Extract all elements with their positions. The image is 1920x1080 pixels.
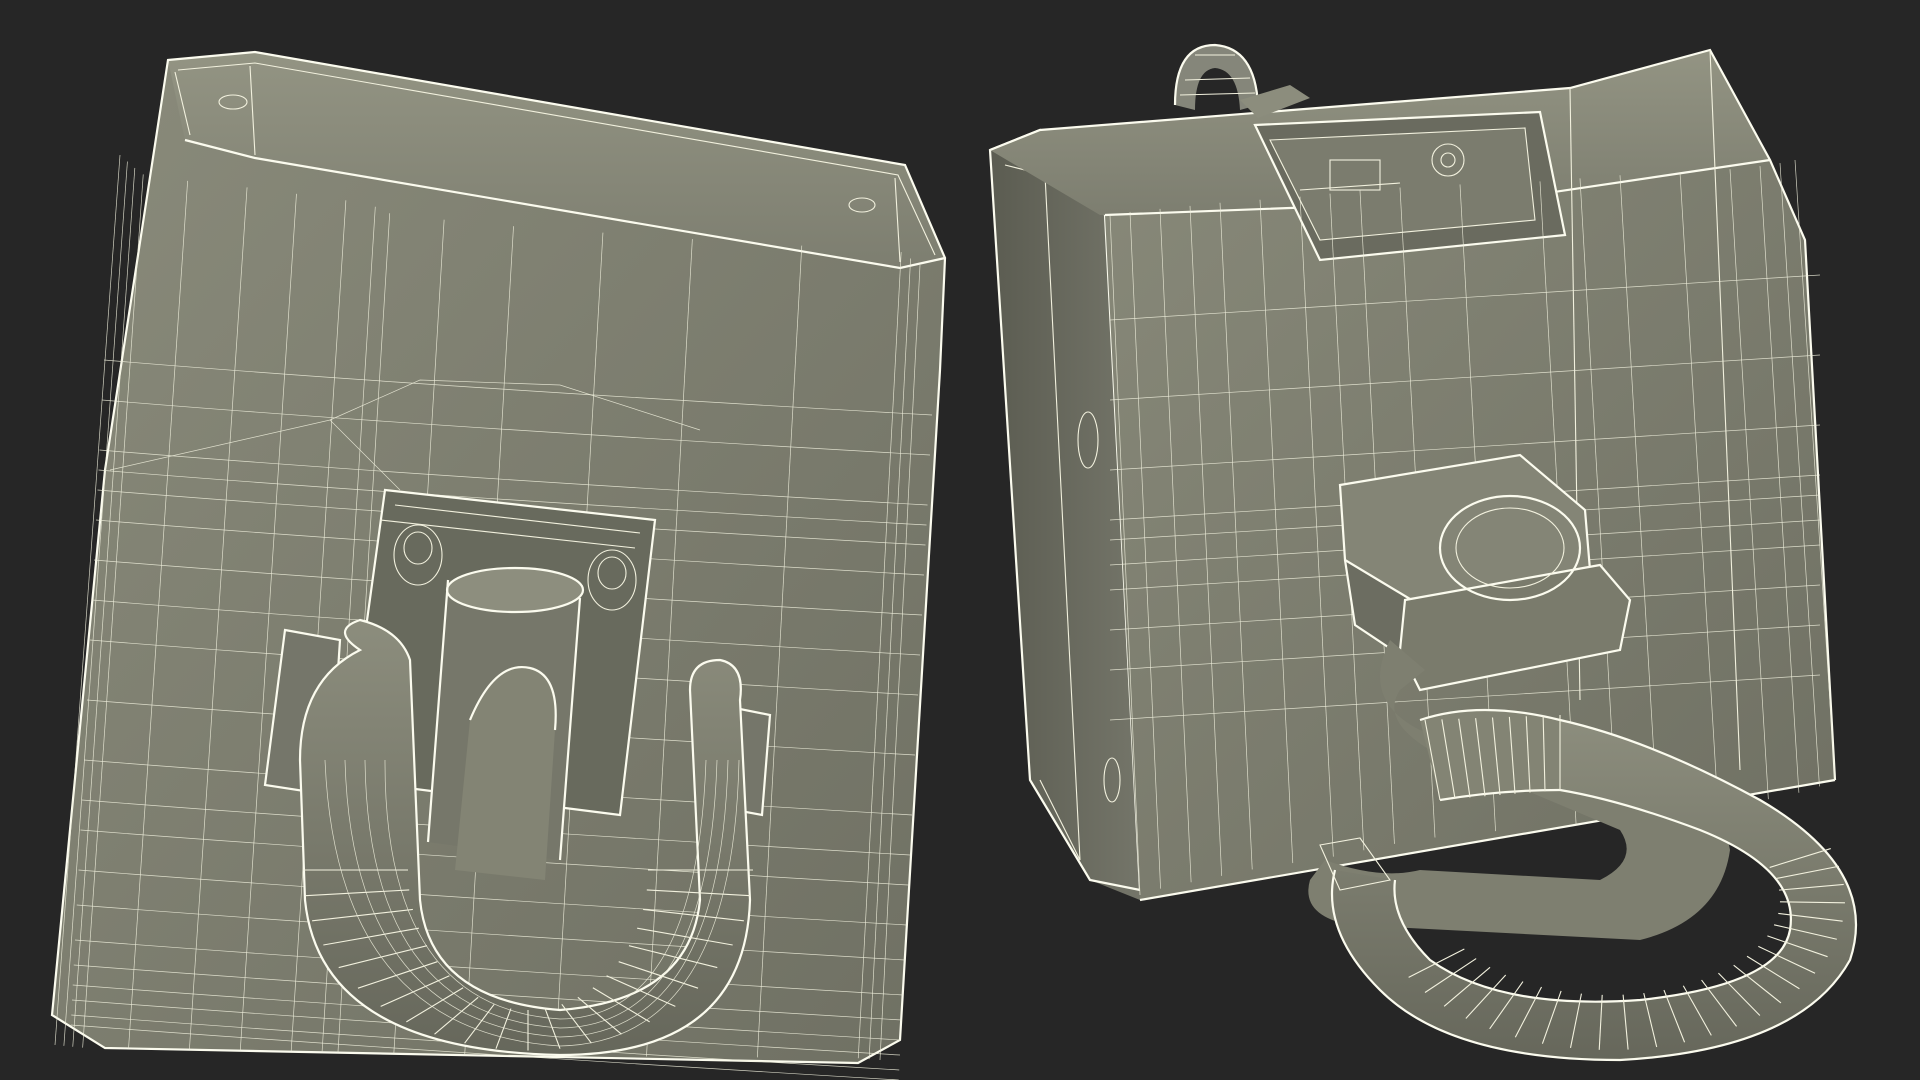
- render-viewport: [50, 43, 1858, 1080]
- back-view-model: [988, 43, 1858, 1062]
- pin-cylinder: [426, 566, 585, 880]
- front-view-model: [50, 50, 947, 1080]
